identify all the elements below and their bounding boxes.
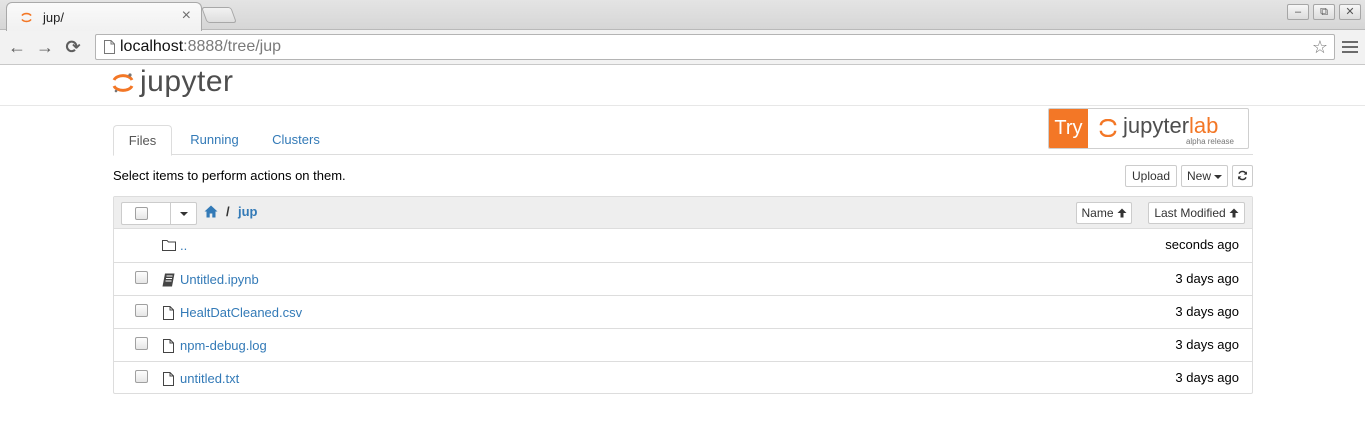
file-icon	[163, 372, 174, 386]
select-all-dropdown[interactable]	[121, 202, 197, 225]
home-icon[interactable]	[204, 205, 218, 218]
reload-icon[interactable]: ⟳	[62, 36, 84, 58]
minimize-window-button[interactable]: –	[1287, 4, 1309, 20]
browser-tab[interactable]: jup/ ×	[6, 2, 202, 31]
list-item[interactable]: Untitled.ipynb 3 days ago	[114, 262, 1252, 295]
select-all-checkbox[interactable]	[135, 207, 148, 220]
jupyter-favicon-icon	[21, 12, 32, 23]
file-name-link[interactable]: untitled.txt	[180, 371, 239, 386]
chevron-down-icon	[1214, 174, 1222, 179]
row-checkbox[interactable]	[135, 370, 148, 383]
list-item[interactable]: untitled.txt 3 days ago	[114, 361, 1252, 394]
breadcrumb-separator: /	[226, 204, 230, 219]
file-list: / jup Name Last Modified .. seconds ago …	[113, 196, 1253, 394]
file-modified-time: 3 days ago	[1175, 304, 1239, 319]
jupyter-logo-icon	[112, 73, 134, 93]
tab-close-icon[interactable]: ×	[182, 7, 191, 25]
file-name-link[interactable]: HealtDatCleaned.csv	[180, 305, 302, 320]
file-list-header: / jup Name Last Modified	[114, 197, 1252, 229]
file-modified-time: 3 days ago	[1175, 337, 1239, 352]
file-name-link[interactable]: Untitled.ipynb	[180, 272, 259, 287]
instructions-text: Select items to perform actions on them.	[113, 168, 346, 183]
dashboard-tabs: Files Running Clusters	[113, 125, 1253, 156]
restore-window-button[interactable]: ⧉	[1313, 4, 1335, 20]
file-modified-time: 3 days ago	[1175, 271, 1239, 286]
url-text[interactable]: localhost:8888/tree/jup	[120, 38, 281, 56]
browser-titlebar: jup/ × – ⧉ ✕	[0, 0, 1365, 31]
list-item[interactable]: .. seconds ago	[114, 229, 1252, 262]
folder-icon	[162, 240, 176, 251]
sort-name-label: Name	[1081, 206, 1114, 220]
row-checkbox[interactable]	[135, 271, 148, 284]
upload-button[interactable]: Upload	[1125, 165, 1177, 187]
new-tab-button[interactable]	[201, 7, 237, 23]
notebook-icon	[162, 273, 175, 287]
breadcrumb-dir-link[interactable]: jup	[238, 204, 258, 219]
page-icon	[104, 40, 115, 54]
tab-files[interactable]: Files	[113, 125, 172, 156]
select-divider	[170, 203, 171, 224]
browser-toolbar: ← → ⟳ localhost:8888/tree/jup ☆	[0, 30, 1365, 65]
tab-running[interactable]: Running	[176, 125, 253, 155]
refresh-icon	[1238, 170, 1247, 181]
jupyter-logo-text: jupyter	[140, 65, 234, 98]
list-item[interactable]: npm-debug.log 3 days ago	[114, 328, 1252, 361]
new-button-label: New	[1186, 169, 1211, 183]
file-name-link[interactable]: ..	[180, 238, 187, 253]
row-checkbox[interactable]	[135, 304, 148, 317]
arrow-up-icon	[1117, 208, 1126, 218]
sort-modified-label: Last Modified	[1154, 206, 1226, 220]
jupyter-header: jupyter	[0, 65, 1365, 106]
close-window-button[interactable]: ✕	[1339, 4, 1361, 20]
file-modified-time: 3 days ago	[1175, 370, 1239, 385]
arrow-up-icon	[1229, 208, 1239, 218]
file-name-link[interactable]: npm-debug.log	[180, 338, 267, 353]
browser-menu-icon[interactable]	[1342, 38, 1358, 56]
browser-tab-title: jup/	[43, 10, 64, 25]
tab-clusters[interactable]: Clusters	[257, 125, 335, 155]
sort-by-modified-button[interactable]: Last Modified	[1148, 202, 1245, 224]
sort-by-name-button[interactable]: Name	[1076, 202, 1132, 224]
file-icon	[163, 306, 174, 320]
bookmark-star-icon[interactable]: ☆	[1312, 37, 1328, 58]
file-icon	[163, 339, 174, 353]
address-bar[interactable]: localhost:8888/tree/jup ☆	[95, 34, 1335, 60]
back-arrow-icon[interactable]: ←	[6, 36, 28, 58]
forward-arrow-icon[interactable]: →	[34, 36, 56, 58]
row-checkbox[interactable]	[135, 337, 148, 350]
refresh-button[interactable]	[1232, 165, 1253, 187]
chevron-down-icon[interactable]	[180, 212, 188, 216]
list-item[interactable]: HealtDatCleaned.csv 3 days ago	[114, 295, 1252, 328]
new-button[interactable]: New	[1181, 165, 1228, 187]
file-modified-time: seconds ago	[1165, 237, 1239, 252]
